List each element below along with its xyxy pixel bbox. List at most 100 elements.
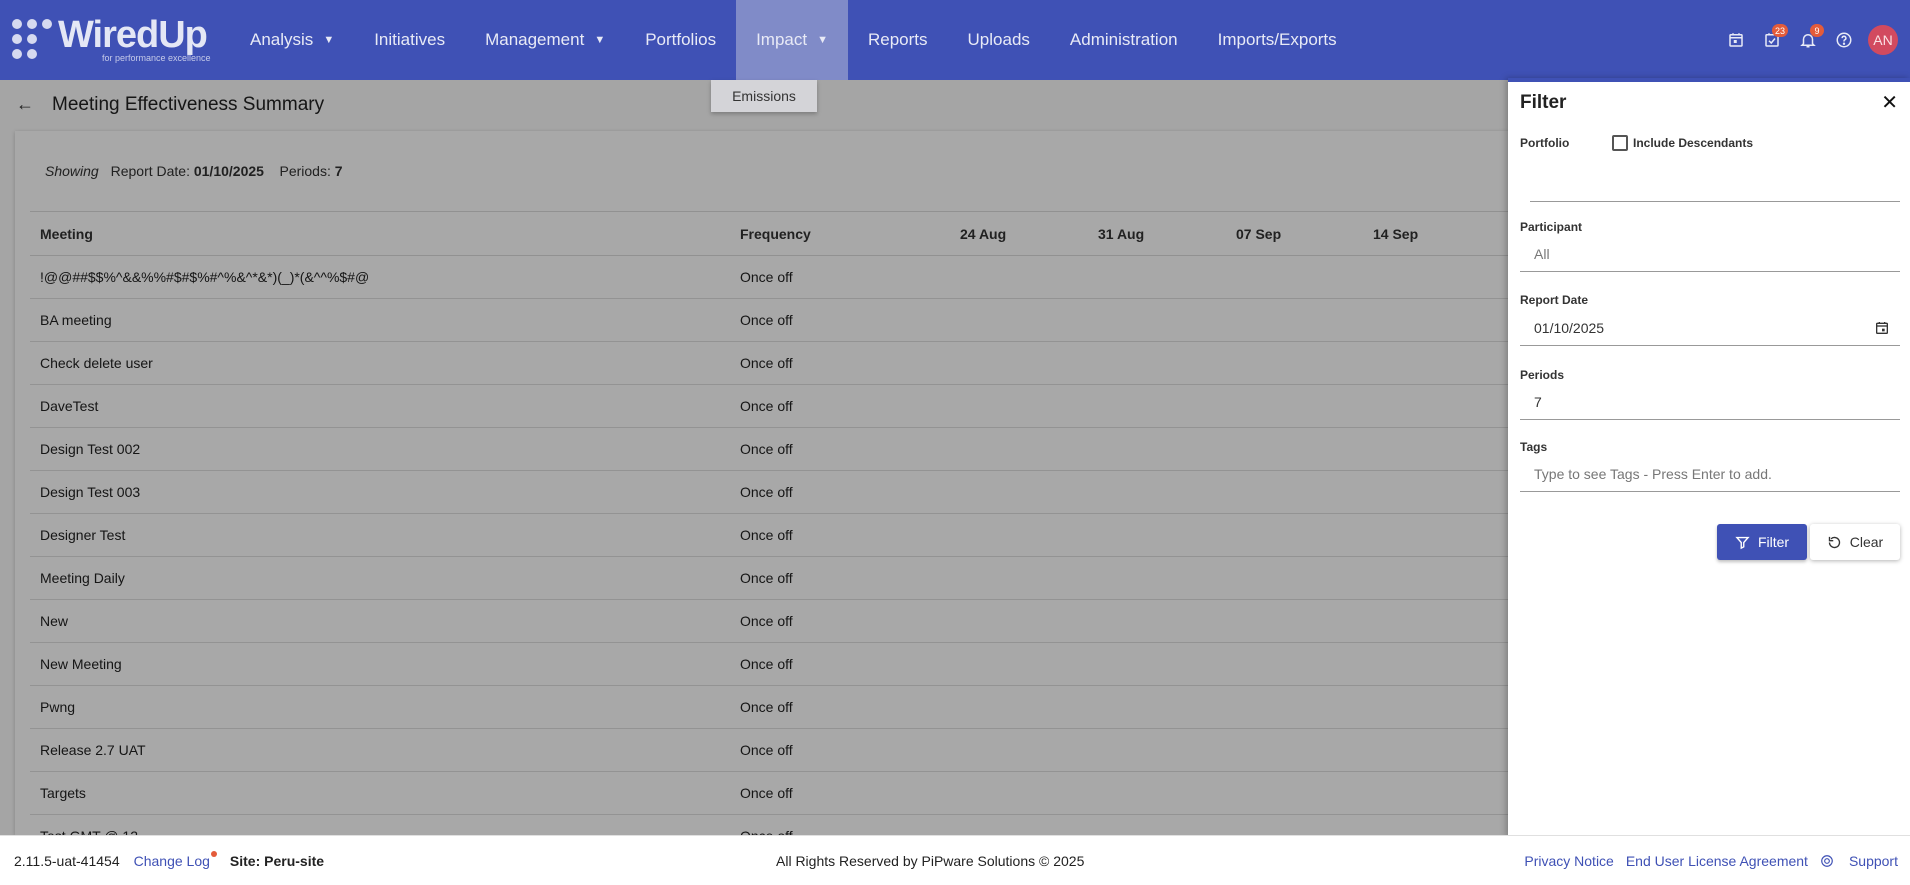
portfolio-label: Portfolio (1520, 136, 1570, 150)
include-descendants-checkbox[interactable]: Include Descendants (1612, 135, 1753, 151)
nav-imports-exports[interactable]: Imports/Exports (1198, 0, 1357, 80)
col-31-aug: 31 Aug (1088, 211, 1226, 256)
change-log-link[interactable]: Change Log (134, 851, 217, 869)
periods-input[interactable]: 7 (1520, 384, 1900, 420)
report-date-input[interactable]: 01/10/2025 (1520, 310, 1900, 346)
footer-links: Privacy Notice End User License Agreemen… (1512, 853, 1898, 869)
table-row[interactable]: Meeting Daily Once off (30, 556, 1630, 600)
calendar-icon[interactable] (1874, 320, 1890, 339)
nav-administration[interactable]: Administration (1050, 0, 1198, 80)
frequency-cell: Once off (730, 728, 950, 772)
back-arrow-icon[interactable]: ← (16, 94, 34, 115)
tags-label: Tags (1520, 440, 1548, 454)
caret-down-icon: ▼ (594, 34, 606, 46)
frequency-cell: Once off (730, 427, 950, 471)
calendar-icon[interactable] (1718, 22, 1754, 58)
nav-label: Initiatives (374, 30, 446, 49)
frequency-cell: Once off (730, 599, 950, 643)
checkbox-box[interactable] (1612, 135, 1628, 151)
nav-initiatives[interactable]: Initiatives (354, 0, 465, 80)
table-row[interactable]: !@@##$$%^&&%%#$#$%#^%&^*&*)(_)*(&^^%$#@ O… (30, 255, 1630, 299)
user-avatar[interactable]: AN (1868, 25, 1898, 55)
tasks-badge: 23 (1771, 24, 1788, 37)
tags-input[interactable]: Type to see Tags - Press Enter to add. (1520, 456, 1900, 492)
nav-analysis[interactable]: Analysis ▼ (230, 0, 354, 80)
period-cell (1226, 341, 1363, 385)
periods-label: Periods: (279, 163, 331, 179)
table-row[interactable]: Check delete user Once off (30, 341, 1630, 385)
table-row[interactable]: Pwng Once off (30, 685, 1630, 729)
period-cell (950, 599, 1088, 643)
period-cell (1088, 298, 1226, 342)
nav-label: Management (485, 30, 585, 49)
table-row[interactable]: Design Test 002 Once off (30, 427, 1630, 471)
table-row[interactable]: Targets Once off (30, 771, 1630, 815)
period-cell (1226, 556, 1363, 600)
period-cell (1088, 814, 1226, 835)
period-cell (950, 556, 1088, 600)
privacy-notice-link[interactable]: Privacy Notice (1524, 853, 1613, 869)
impact-dropdown-emissions[interactable]: Emissions (711, 80, 817, 112)
table-row[interactable]: Designer Test Once off (30, 513, 1630, 557)
frequency-cell: Once off (730, 384, 950, 428)
period-cell (950, 341, 1088, 385)
period-cell (950, 427, 1088, 471)
table-row[interactable]: BA meeting Once off (30, 298, 1630, 342)
meeting-cell: Design Test 003 (30, 470, 730, 514)
wiredup-logo[interactable]: WiredUp for performance excellence (12, 14, 217, 66)
support-label: Support (1848, 853, 1898, 869)
participant-label: Participant (1520, 220, 1583, 234)
period-cell (1088, 642, 1226, 686)
col-frequency[interactable]: Frequency (730, 211, 950, 256)
frequency-cell: Once off (730, 685, 950, 729)
report-date-label: Report Date: (110, 163, 190, 179)
frequency-cell: Once off (730, 255, 950, 299)
task-check-icon[interactable]: 23 (1754, 22, 1790, 58)
nav-uploads[interactable]: Uploads (948, 0, 1050, 80)
filter-panel: Filter ✕ Portfolio Include Descendants P… (1508, 78, 1910, 838)
support-link[interactable]: Support (1820, 853, 1898, 869)
period-cell (1226, 255, 1363, 299)
meetings-table: Meeting Frequency 24 Aug 31 Aug 07 Sep 1… (30, 211, 1630, 835)
help-icon[interactable] (1826, 22, 1862, 58)
top-nav-bar: WiredUp for performance excellence Analy… (0, 0, 1910, 80)
nav-management[interactable]: Management ▼ (465, 0, 625, 80)
logo-dots-icon (12, 19, 52, 59)
col-meeting[interactable]: Meeting (30, 211, 730, 256)
table-row[interactable]: Release 2.7 UAT Once off (30, 728, 1630, 772)
table-row[interactable]: New Meeting Once off (30, 642, 1630, 686)
clear-button-label: Clear (1849, 534, 1884, 550)
bell-icon[interactable]: 9 (1790, 22, 1826, 58)
period-cell (1088, 556, 1226, 600)
main-nav: Analysis ▼ Initiatives Management ▼ Portfo… (230, 0, 1357, 80)
table-row[interactable]: DaveTest Once off (30, 384, 1630, 428)
frequency-cell: Once off (730, 470, 950, 514)
clear-button[interactable]: Clear (1810, 524, 1900, 560)
nav-impact[interactable]: Impact ▼ (736, 0, 848, 80)
period-cell (1088, 599, 1226, 643)
nav-portfolios[interactable]: Portfolios (625, 0, 736, 80)
nav-label: Analysis (250, 30, 314, 49)
periods-label: Periods (1520, 368, 1565, 382)
meeting-cell: Meeting Daily (30, 556, 730, 600)
period-cell (1226, 771, 1363, 815)
table-row[interactable]: Design Test 003 Once off (30, 470, 1630, 514)
site-label: Site: Peru-site (229, 853, 325, 869)
period-cell (950, 384, 1088, 428)
support-icon (1821, 855, 1833, 867)
portfolio-input[interactable] (1530, 166, 1900, 202)
filter-button[interactable]: Filter (1717, 524, 1807, 560)
eula-link[interactable]: End User License Agreement (1626, 853, 1808, 869)
showing-label: Showing (45, 163, 99, 179)
header-actions: 23 9 AN (1718, 0, 1910, 80)
period-cell (1226, 470, 1363, 514)
report-date-value: 01/10/2025 (1534, 319, 1605, 336)
period-cell (1226, 599, 1363, 643)
period-cell (1088, 341, 1226, 385)
close-icon[interactable]: ✕ (1881, 90, 1898, 115)
nav-reports[interactable]: Reports (848, 0, 948, 80)
table-row[interactable]: New Once off (30, 599, 1630, 643)
participant-select[interactable]: All (1520, 236, 1900, 272)
period-cell (1226, 513, 1363, 557)
table-row[interactable]: Test GMT @ 12Once off (30, 814, 1630, 835)
